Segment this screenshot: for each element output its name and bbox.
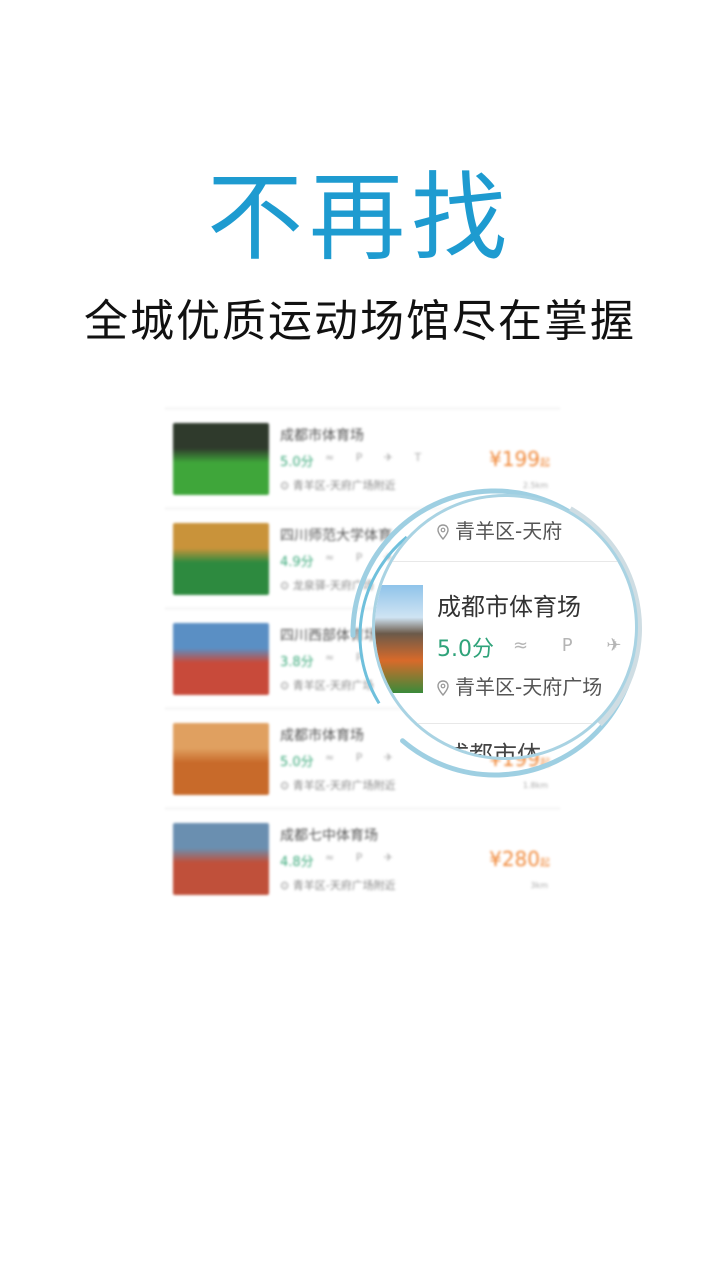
location-pin-icon: ⊙ [280,579,293,592]
venue-score: 4.9分 [280,555,314,570]
location-pin-icon: ⊙ [280,779,293,792]
headline: 不再找 [207,162,513,274]
location-pin-icon: ⊙ [280,479,293,492]
venue-price: ¥199起 [489,447,550,471]
venue-score: 3.8分 [280,655,314,670]
magnifier-venue-thumbnail [375,585,423,693]
magnifier-top-address: 青羊区-天府 [437,515,562,544]
location-pin-icon: ⊙ [280,679,293,692]
subheadline: 全城优质运动场馆尽在掌握 [84,296,636,347]
venue-score: 4.8分 [280,855,314,870]
venue-score: 5.0分 [280,755,314,770]
venue-thumbnail [173,523,269,595]
magnifier-amenity-icons: ≈ P ✈ ✕ [513,635,636,656]
venue-thumbnail [173,723,269,795]
magnifier-venue-address: 青羊区-天府广场 [437,671,602,700]
venue-row[interactable]: 成都七中体育场 4.8分 ≈ P ✈ ⊙ 青羊区-天府广场附近 ¥280起 3km [165,808,560,909]
venue-thumbnail [173,823,269,895]
venue-name: 成都七中体育场 [280,828,378,844]
location-pin-icon [437,524,449,540]
magnifier-lens: 青羊区-天府 成都市体育场 5.0分 ≈ P ✈ ✕ 青羊区-天府广场 成都市体 [372,494,638,760]
venue-score: 5.0分 [280,455,314,470]
location-pin-icon [437,680,449,696]
venue-name: 成都市体育场 [280,428,364,444]
venue-address: ⊙ 青羊区-天府广场附近 [280,879,396,892]
amenity-icons: ≈ P ✈ [325,851,403,864]
venue-thumbnail [173,623,269,695]
magnifier-venue-name: 成都市体育场 [437,593,581,621]
magnifier-next-venue-name: 成都市体 [445,741,541,760]
amenity-icons: ≈ P ✈ T [325,451,431,464]
venue-price: ¥280起 [489,847,550,871]
venue-thumbnail [173,423,269,495]
location-pin-icon: ⊙ [280,879,293,892]
magnifier-venue-score: 5.0分 [437,637,494,662]
venue-distance: 3km [530,881,548,890]
